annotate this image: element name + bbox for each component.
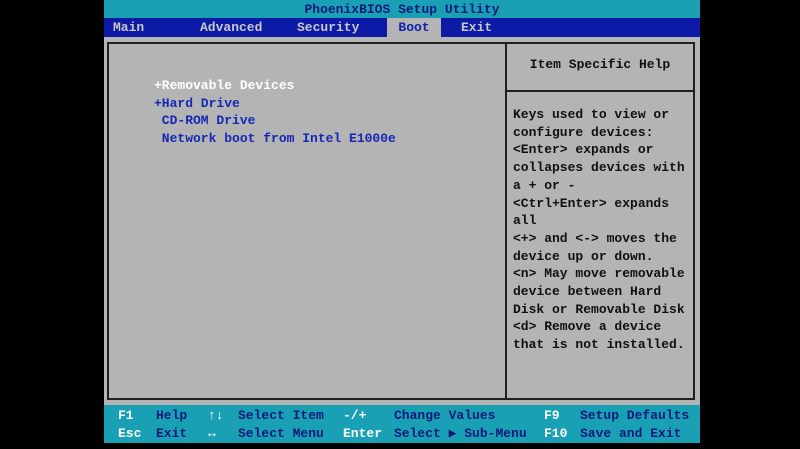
help-line: Disk or Removable Disk [513, 301, 685, 317]
help-line: <Enter> expands or [513, 142, 654, 158]
tab-security[interactable]: Security [292, 18, 364, 37]
tab-advanced[interactable]: Advanced [195, 18, 267, 37]
main-panel: +Removable Devices +Hard Drive CD-ROM Dr… [104, 37, 700, 405]
help-line: collapses devices with [513, 160, 685, 176]
key-minus-plus: -/+ [343, 408, 367, 423]
key-legend-footer: F1 Help ↑↓ Select Item -/+ Change Values… [104, 405, 700, 443]
key-enter: Enter [343, 426, 383, 441]
boot-item-cdrom-drive[interactable]: CD-ROM Drive [154, 113, 256, 128]
help-line: a + or - [513, 177, 576, 193]
boot-item-removable-devices[interactable]: +Removable Devices [154, 78, 294, 93]
key-label: Setup Defaults [580, 408, 690, 423]
help-line: device up or down. [513, 248, 654, 264]
key-f10: F10 [544, 426, 568, 441]
panel-divider [505, 44, 507, 398]
tab-main[interactable]: Main [108, 18, 149, 37]
help-line: configure devices: [513, 124, 654, 140]
boot-item-hard-drive[interactable]: +Hard Drive [154, 96, 240, 111]
bios-screen: PhoenixBIOS Setup Utility Main Advanced … [104, 0, 700, 443]
key-label: Select Menu [238, 426, 324, 441]
tab-exit[interactable]: Exit [456, 18, 497, 37]
menu-bar: Main Advanced Security Boot Exit [104, 18, 700, 37]
help-line: all [513, 213, 537, 229]
help-line: <Ctrl+Enter> expands [513, 195, 670, 211]
key-label: Select Item [238, 408, 324, 423]
help-title: Item Specific Help [507, 44, 693, 92]
key-label: Select ▶ Sub-Menu [394, 426, 527, 441]
help-text: Keys used to view or configure devices: <E… [513, 106, 685, 354]
key-label: Change Values [394, 408, 496, 423]
help-line: <n> May move removable [513, 266, 685, 282]
key-label: Save and Exit [580, 426, 682, 441]
boot-item-network-boot[interactable]: Network boot from Intel E1000e [154, 131, 396, 146]
help-line: that is not installed. [513, 337, 685, 353]
key-esc: Esc [118, 426, 142, 441]
key-updown-arrows: ↑↓ [208, 408, 224, 423]
help-line: <+> and <-> moves the [513, 230, 677, 246]
key-leftright-arrows: ↔ [208, 426, 216, 441]
key-label: Exit [156, 426, 188, 441]
tab-boot[interactable]: Boot [387, 18, 441, 37]
help-line: device between Hard [513, 284, 662, 300]
key-f1: F1 [118, 408, 134, 423]
key-f9: F9 [544, 408, 560, 423]
help-line: <d> Remove a device [513, 319, 662, 335]
help-line: Keys used to view or [513, 107, 670, 122]
key-label: Help [156, 408, 188, 423]
title-bar: PhoenixBIOS Setup Utility [104, 0, 700, 18]
